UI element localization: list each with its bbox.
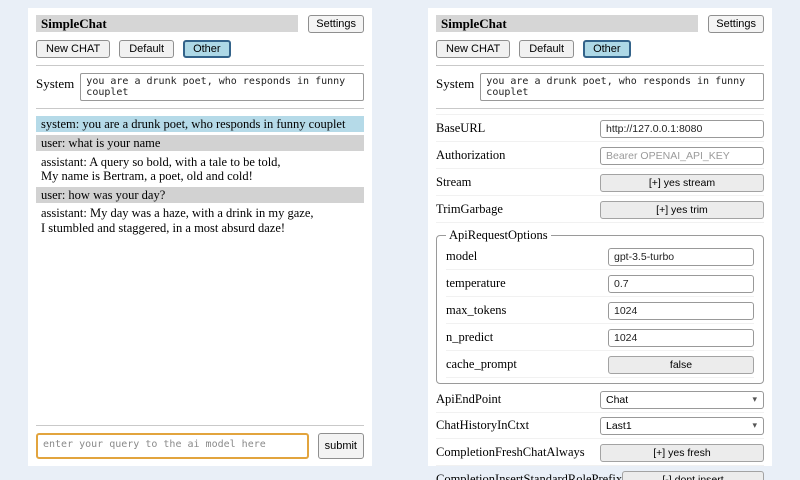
- setting-base-url: BaseURL: [436, 114, 764, 142]
- chat-history-selected-value: Last1: [606, 420, 632, 432]
- base-url-label: BaseURL: [436, 121, 600, 136]
- setting-model: model: [446, 243, 754, 270]
- api-endpoint-label: ApiEndPoint: [436, 392, 600, 407]
- app-title: SimpleChat: [36, 15, 298, 32]
- setting-cache-prompt: cache_prompt false: [446, 351, 754, 378]
- chat-log: system: you are a drunk poet, who respon…: [36, 116, 364, 418]
- setting-max-tokens: max_tokens: [446, 297, 754, 324]
- base-url-input[interactable]: [600, 120, 764, 138]
- stream-label: Stream: [436, 175, 600, 190]
- new-chat-button[interactable]: New CHAT: [436, 40, 510, 58]
- api-request-options-legend: ApiRequestOptions: [446, 228, 551, 243]
- chat-history-in-ctxt-label: ChatHistoryInCtxt: [436, 418, 600, 433]
- chat-panel: SimpleChat Settings New CHAT Default Oth…: [28, 8, 372, 466]
- setting-authorization: Authorization: [436, 142, 764, 169]
- temperature-label: temperature: [446, 276, 608, 291]
- n-predict-label: n_predict: [446, 330, 608, 345]
- chat-session-tabs: New CHAT Default Other: [436, 40, 764, 58]
- setting-api-endpoint: ApiEndPoint Chat ▾: [436, 387, 764, 413]
- max-tokens-input[interactable]: [608, 302, 754, 320]
- cache-prompt-label: cache_prompt: [446, 357, 608, 372]
- model-label: model: [446, 249, 608, 264]
- setting-stream: Stream [+] yes stream: [436, 169, 764, 196]
- model-input[interactable]: [608, 248, 754, 266]
- max-tokens-label: max_tokens: [446, 303, 608, 318]
- settings-button[interactable]: Settings: [708, 15, 764, 33]
- chevron-down-icon: ▾: [752, 421, 757, 430]
- chat-message-user: user: what is your name: [36, 135, 364, 151]
- api-endpoint-selected-value: Chat: [606, 394, 628, 406]
- new-chat-button[interactable]: New CHAT: [36, 40, 110, 58]
- divider: [436, 108, 764, 109]
- completion-fresh-chat-always-toggle-button[interactable]: [+] yes fresh: [600, 444, 764, 462]
- system-prompt-input[interactable]: you are a drunk poet, who responds in fu…: [80, 73, 364, 101]
- divider: [36, 108, 364, 109]
- setting-n-predict: n_predict: [446, 324, 754, 351]
- tab-other[interactable]: Other: [583, 40, 631, 58]
- authorization-label: Authorization: [436, 148, 600, 163]
- setting-temperature: temperature: [446, 270, 754, 297]
- query-row: submit: [36, 433, 364, 459]
- n-predict-input[interactable]: [608, 329, 754, 347]
- completion-fresh-chat-always-label: CompletionFreshChatAlways: [436, 445, 600, 460]
- titlebar: SimpleChat Settings: [436, 15, 764, 33]
- system-prompt-input[interactable]: you are a drunk poet, who responds in fu…: [480, 73, 764, 101]
- chat-history-in-ctxt-select[interactable]: Last1 ▾: [600, 417, 764, 435]
- cache-prompt-toggle-button[interactable]: false: [608, 356, 754, 374]
- settings-list: BaseURL Authorization Stream [+] yes str…: [436, 114, 764, 480]
- chat-session-tabs: New CHAT Default Other: [36, 40, 364, 58]
- system-prompt-row: System you are a drunk poet, who respond…: [436, 73, 764, 101]
- setting-trim-garbage: TrimGarbage [+] yes trim: [436, 196, 764, 223]
- chat-message-user: user: how was your day?: [36, 187, 364, 203]
- chevron-down-icon: ▾: [752, 395, 757, 404]
- divider: [36, 65, 364, 66]
- system-label: System: [36, 73, 74, 92]
- submit-button[interactable]: submit: [318, 433, 364, 459]
- setting-completion-insert-standard-role-prefix: CompletionInsertStandardRolePrefix [-] d…: [436, 466, 764, 480]
- system-label: System: [436, 73, 474, 92]
- system-prompt-row: System you are a drunk poet, who respond…: [36, 73, 364, 101]
- stream-toggle-button[interactable]: [+] yes stream: [600, 174, 764, 192]
- query-input[interactable]: [36, 433, 309, 459]
- settings-button[interactable]: Settings: [308, 15, 364, 33]
- tab-default[interactable]: Default: [119, 40, 174, 58]
- completion-insert-standard-role-prefix-label: CompletionInsertStandardRolePrefix: [436, 472, 622, 480]
- authorization-input[interactable]: [600, 147, 764, 165]
- setting-completion-fresh-chat-always: CompletionFreshChatAlways [+] yes fresh: [436, 439, 764, 466]
- api-endpoint-select[interactable]: Chat ▾: [600, 391, 764, 409]
- api-request-options-group: ApiRequestOptions model temperature max_…: [436, 228, 764, 384]
- completion-insert-standard-role-prefix-toggle-button[interactable]: [-] dont insert: [622, 471, 764, 480]
- divider: [36, 425, 364, 426]
- titlebar: SimpleChat Settings: [36, 15, 364, 33]
- app-title: SimpleChat: [436, 15, 698, 32]
- temperature-input[interactable]: [608, 275, 754, 293]
- trim-garbage-toggle-button[interactable]: [+] yes trim: [600, 201, 764, 219]
- tab-other[interactable]: Other: [183, 40, 231, 58]
- chat-message-assistant: assistant: My day was a haze, with a dri…: [36, 205, 364, 236]
- trim-garbage-label: TrimGarbage: [436, 202, 600, 217]
- tab-default[interactable]: Default: [519, 40, 574, 58]
- divider: [436, 65, 764, 66]
- settings-panel: SimpleChat Settings New CHAT Default Oth…: [428, 8, 772, 466]
- setting-chat-history-in-ctxt: ChatHistoryInCtxt Last1 ▾: [436, 413, 764, 439]
- chat-message-assistant: assistant: A query so bold, with a tale …: [36, 154, 364, 185]
- chat-message-system: system: you are a drunk poet, who respon…: [36, 116, 364, 132]
